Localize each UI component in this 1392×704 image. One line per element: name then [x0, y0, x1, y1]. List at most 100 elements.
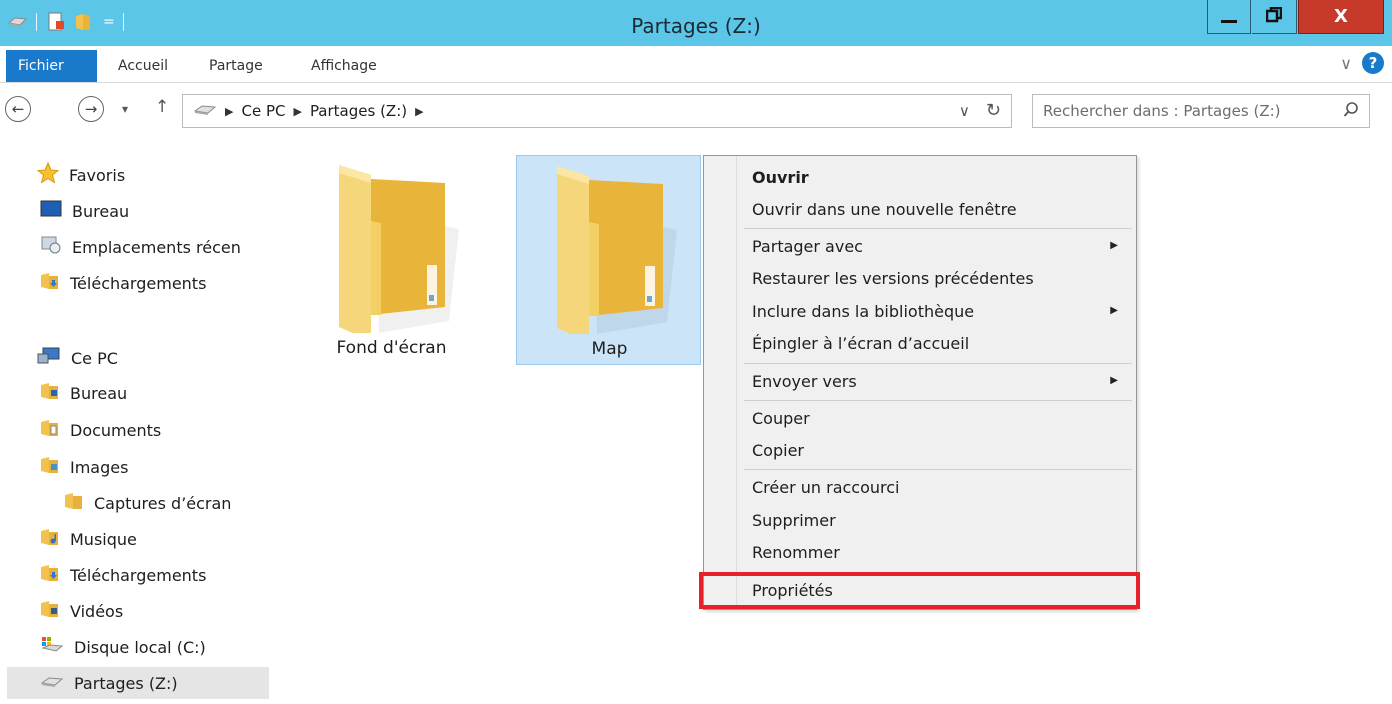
downloads-icon: [40, 564, 60, 586]
annotation-highlight-box: [699, 572, 1140, 609]
close-button[interactable]: X: [1298, 0, 1384, 34]
sidebar-item-label: Partages (Z:): [74, 673, 178, 693]
menu-item-cut[interactable]: Couper: [752, 409, 810, 428]
sidebar-item-label: Téléchargements: [70, 273, 207, 293]
sidebar-item-label: Favoris: [69, 165, 126, 185]
computer-icon: [37, 346, 61, 370]
menu-separator: [744, 469, 1132, 470]
sidebar-item-label: Vidéos: [70, 601, 124, 621]
menu-separator: [744, 228, 1132, 229]
folder-icon: [319, 161, 464, 341]
ribbon-help-area: ∨ ?: [1340, 52, 1384, 74]
sidebar-item-images[interactable]: Images: [40, 451, 128, 483]
folder-item-wallpaper[interactable]: Fond d'écran: [299, 155, 484, 365]
expand-ribbon-icon[interactable]: ∨: [1340, 54, 1352, 73]
sidebar-item-label: Téléchargements: [70, 565, 207, 585]
star-icon: [37, 161, 60, 188]
recent-places-icon: [40, 235, 62, 259]
sidebar-item-recent-places[interactable]: Emplacements récen: [40, 231, 241, 263]
address-dropdown-button[interactable]: ∨: [959, 102, 970, 120]
submenu-arrow-icon: ▶: [1110, 305, 1118, 316]
music-folder-icon: [40, 528, 60, 550]
network-drive-icon: [40, 674, 64, 693]
breadcrumb-this-pc[interactable]: Ce PC: [241, 102, 285, 120]
window-title: Partages (Z:): [631, 14, 761, 38]
sidebar-item-screenshots[interactable]: Captures d’écran: [64, 487, 231, 519]
menu-item-send-to[interactable]: Envoyer vers: [752, 372, 857, 391]
submenu-arrow-icon: ▶: [1110, 375, 1118, 386]
sidebar-item-label: Bureau: [70, 383, 128, 403]
menu-item-copy[interactable]: Copier: [752, 441, 804, 460]
sidebar-item-desktop-pc[interactable]: Bureau: [40, 377, 127, 409]
sidebar-item-documents[interactable]: Documents: [40, 414, 161, 446]
videos-folder-icon: [40, 600, 60, 622]
menu-item-delete[interactable]: Supprimer: [752, 511, 836, 530]
sidebar-item-local-disk[interactable]: Disque local (C:): [40, 631, 206, 663]
drive-icon: [193, 102, 217, 120]
title-bar: = Partages (Z:) X: [0, 0, 1392, 46]
menu-item-rename[interactable]: Renommer: [752, 543, 840, 562]
submenu-arrow-icon: ▶: [1110, 240, 1118, 251]
sidebar-item-label: Musique: [70, 529, 137, 549]
menu-item-create-shortcut[interactable]: Créer un raccourci: [752, 478, 900, 497]
menu-item-share-with[interactable]: Partager avec: [752, 237, 863, 256]
navigation-bar: ← → ▾ ↑ ▶ Ce PC ▶ Partages (Z:) ▶ ∨ ↻ Re…: [0, 86, 1392, 136]
local-disk-icon: [40, 636, 64, 658]
menu-separator: [744, 400, 1132, 401]
refresh-button[interactable]: ↻: [986, 100, 1001, 121]
desktop-folder-icon: [40, 382, 60, 404]
sidebar-item-downloads-fav[interactable]: Téléchargements: [40, 267, 206, 299]
restore-icon: [1265, 6, 1283, 27]
sidebar-item-favorites[interactable]: Favoris: [37, 159, 125, 191]
sidebar-item-downloads[interactable]: Téléchargements: [40, 559, 206, 591]
recent-locations-button[interactable]: ▾: [122, 102, 128, 116]
ribbon-tabs: Fichier Accueil Partage Affichage ∨ ?: [0, 46, 1392, 83]
tab-file[interactable]: Fichier: [6, 50, 97, 82]
menu-separator: [744, 363, 1132, 364]
breadcrumb-separator[interactable]: ▶: [415, 105, 423, 118]
sidebar-item-label: Bureau: [72, 201, 130, 221]
up-button[interactable]: ↑: [155, 97, 169, 117]
folder-name: Fond d'écran: [336, 338, 447, 358]
folder-name: Map: [591, 339, 628, 359]
documents-folder-icon: [40, 419, 60, 441]
sidebar-item-music[interactable]: Musique: [40, 523, 137, 555]
menu-item-include-library[interactable]: Inclure dans la bibliothèque: [752, 302, 974, 321]
back-button[interactable]: ←: [5, 96, 31, 122]
menu-item-pin-start[interactable]: Épingler à l’écran d’accueil: [752, 334, 969, 353]
help-icon[interactable]: ?: [1362, 52, 1384, 74]
forward-button[interactable]: →: [78, 96, 104, 122]
sidebar-item-label: Images: [70, 457, 129, 477]
context-menu-gutter: [736, 156, 737, 609]
address-bar-actions: ∨ ↻: [959, 100, 1001, 121]
sidebar-item-videos[interactable]: Vidéos: [40, 595, 123, 627]
restore-button[interactable]: [1252, 0, 1297, 34]
address-bar[interactable]: ▶ Ce PC ▶ Partages (Z:) ▶ ∨ ↻: [182, 94, 1012, 128]
menu-item-open[interactable]: Ouvrir: [752, 168, 809, 187]
menu-item-restore-versions[interactable]: Restaurer les versions précédentes: [752, 269, 1034, 288]
breadcrumb-shares[interactable]: Partages (Z:): [310, 102, 407, 120]
context-menu: Ouvrir Ouvrir dans une nouvelle fenêtre …: [703, 155, 1137, 610]
sidebar-item-label: Ce PC: [71, 348, 118, 368]
search-input[interactable]: Rechercher dans : Partages (Z:): [1043, 102, 1281, 120]
folder-item-map[interactable]: Map: [516, 155, 701, 365]
images-folder-icon: [40, 456, 60, 478]
sidebar-item-desktop[interactable]: Bureau: [40, 195, 129, 227]
sidebar-item-this-pc[interactable]: Ce PC: [37, 342, 118, 374]
sidebar-item-label: Emplacements récen: [72, 237, 241, 257]
minimize-button[interactable]: [1207, 0, 1251, 34]
menu-item-open-new-window[interactable]: Ouvrir dans une nouvelle fenêtre: [752, 200, 1017, 219]
desktop-icon: [40, 200, 62, 222]
sidebar-item-shares[interactable]: Partages (Z:): [7, 667, 269, 699]
breadcrumb-separator[interactable]: ▶: [293, 105, 301, 118]
breadcrumb-separator[interactable]: ▶: [225, 105, 233, 118]
sidebar-item-label: Captures d’écran: [94, 493, 232, 513]
search-icon[interactable]: [1343, 101, 1359, 123]
search-box[interactable]: Rechercher dans : Partages (Z:): [1032, 94, 1370, 128]
tab-share[interactable]: Partage: [209, 58, 263, 74]
tab-home[interactable]: Accueil: [118, 58, 168, 74]
sidebar-item-label: Documents: [70, 420, 162, 440]
downloads-icon: [40, 272, 60, 294]
tab-view[interactable]: Affichage: [311, 58, 377, 74]
folder-icon: [537, 162, 682, 342]
